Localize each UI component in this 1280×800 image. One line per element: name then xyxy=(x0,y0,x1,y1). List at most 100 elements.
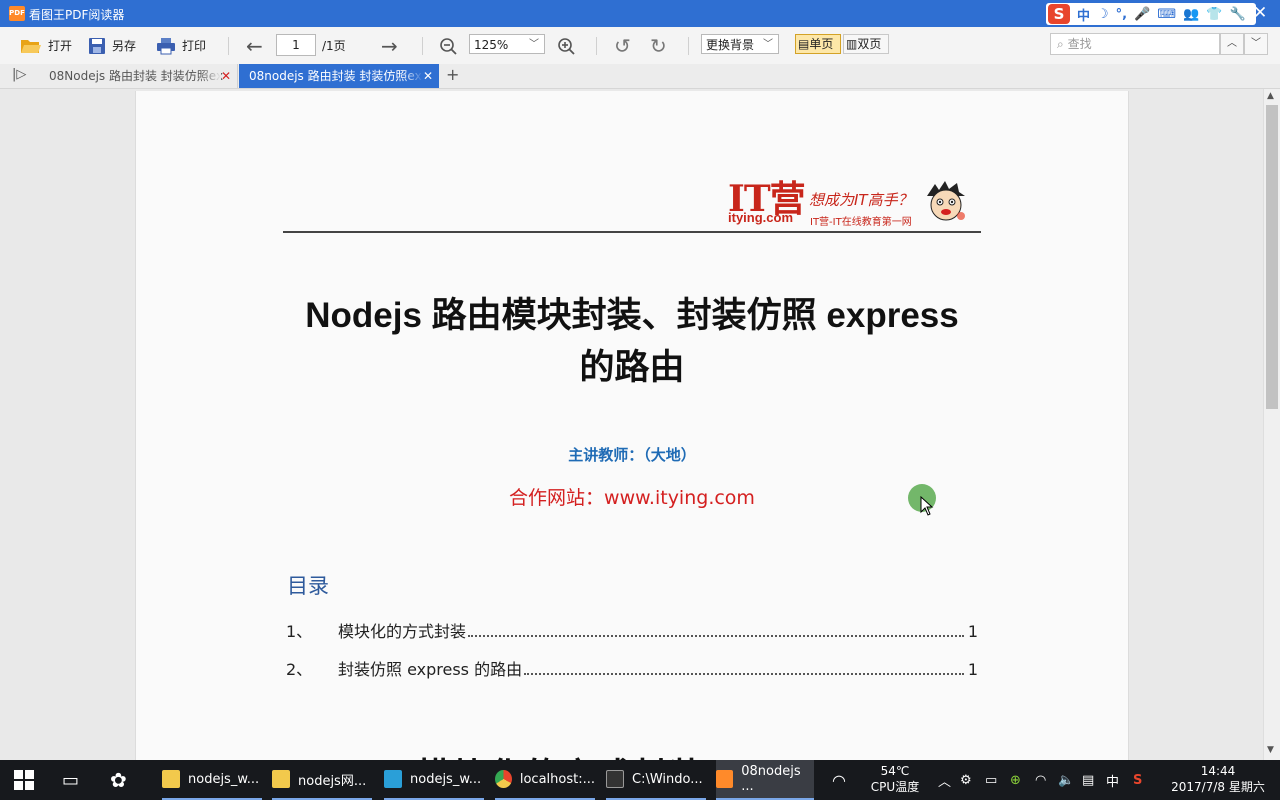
network-wifi-icon[interactable]: ◠ xyxy=(832,760,846,800)
taskbar-item[interactable]: C:\Windo... xyxy=(606,760,706,800)
print-button[interactable]: 打印 xyxy=(156,27,206,64)
taskbar-item[interactable]: nodejs_w... xyxy=(384,760,484,800)
toc-leader xyxy=(468,634,964,637)
sogou-tray-icon[interactable]: S xyxy=(1133,760,1142,800)
page-number-input[interactable]: 1 xyxy=(276,34,316,56)
prev-page-arrow-icon[interactable]: ← xyxy=(246,27,263,64)
tray-app-icon[interactable]: ⚙ xyxy=(960,760,972,800)
header-rule xyxy=(283,231,981,233)
save-as-label: 另存 xyxy=(112,39,137,53)
itying-logo: IT营 itying.com 想成为IT高手？ IT营-IT在线教育第一网 xyxy=(728,170,988,230)
sogou-logo-icon[interactable]: S xyxy=(1048,4,1070,24)
chrome-icon xyxy=(495,770,512,788)
double-page-button[interactable]: ▥双页 xyxy=(843,34,889,54)
settings-wrench-icon[interactable]: 🔧 xyxy=(1229,7,1245,22)
taskbar-item-label: nodejs_w... xyxy=(410,771,482,787)
mascot-icon xyxy=(927,181,965,221)
rotate-right-icon[interactable]: ↻ xyxy=(650,27,667,64)
users-icon[interactable]: 👥 xyxy=(1183,7,1199,22)
punctuation-icon[interactable]: °, xyxy=(1116,7,1127,22)
close-icon[interactable]: ✕ xyxy=(1253,3,1267,23)
next-page-arrow-icon[interactable]: → xyxy=(381,27,398,64)
tab-label: 08Nodejs 路由封装 封装仿照ex xyxy=(49,69,224,83)
single-page-button[interactable]: ▤单页 xyxy=(795,34,841,54)
scroll-thumb[interactable] xyxy=(1266,105,1278,409)
toolbar-divider xyxy=(688,37,689,55)
taskbar-item[interactable]: nodejs网... xyxy=(272,760,372,800)
mouse-pointer-icon xyxy=(920,496,934,516)
keyboard-icon[interactable]: ⌨ xyxy=(1157,7,1176,22)
folder-icon xyxy=(272,770,290,788)
moon-icon[interactable]: ☽ xyxy=(1097,7,1109,22)
tab-label: 08nodejs 路由封装 封装仿照ex xyxy=(249,69,422,83)
battery-icon[interactable]: ▭ xyxy=(985,760,997,800)
zoom-value: 125% xyxy=(474,38,509,52)
window-title: 看图王PDF阅读器 xyxy=(29,8,125,22)
app-pinned-icon[interactable]: ✿ xyxy=(110,760,127,800)
system-clock[interactable]: 14:44 2017/7/8 星期六 xyxy=(1168,763,1268,795)
save-disk-icon xyxy=(89,37,105,54)
single-page-label: 单页 xyxy=(809,37,834,51)
taskbar-item-label: C:\Windo... xyxy=(632,771,703,787)
toc-leader xyxy=(524,672,964,675)
vertical-scrollbar[interactable]: ▲ ▼ xyxy=(1263,89,1280,760)
taskbar-item-label: localhost:... xyxy=(519,771,595,787)
ime-lang-indicator[interactable]: 中 xyxy=(1106,760,1119,800)
notification-icon[interactable]: ▤ xyxy=(1082,760,1094,800)
toc-entry[interactable]: 1、 模块化的方式封装 1 xyxy=(286,618,978,641)
taskbar-item[interactable]: localhost:... xyxy=(495,760,595,800)
taskbar-item[interactable]: nodejs_w... xyxy=(162,760,262,800)
document-title: Nodejs 路由模块封装、封装仿照 express 的路由 xyxy=(283,290,981,394)
ime-lang-toggle[interactable]: 中 xyxy=(1077,5,1090,24)
zoom-in-icon[interactable] xyxy=(557,27,575,64)
tray-plus-icon[interactable]: ⊕ xyxy=(1010,760,1021,800)
document-tab-active[interactable]: 08nodejs 路由封装 封装仿照ex ✕ xyxy=(239,64,439,88)
double-page-label: 双页 xyxy=(857,37,882,51)
volume-icon[interactable]: 🔈 xyxy=(1058,760,1074,800)
scroll-up-icon[interactable]: ▲ xyxy=(1267,91,1274,101)
open-label: 打开 xyxy=(48,39,73,53)
search-input[interactable]: ⌕ 查找 xyxy=(1050,33,1220,55)
background-select[interactable]: 更换背景 ﹀ xyxy=(701,34,779,54)
single-page-icon: ▤ xyxy=(798,37,810,51)
terminal-icon xyxy=(606,770,624,788)
wifi-icon[interactable]: ◠ xyxy=(1035,760,1046,800)
zoom-out-icon[interactable] xyxy=(439,27,457,64)
tab-close-icon[interactable]: ✕ xyxy=(423,64,433,88)
windows-start-icon[interactable] xyxy=(14,770,34,790)
folder-open-icon xyxy=(21,39,41,53)
search-prev-button[interactable]: ︿ xyxy=(1220,33,1244,55)
title-bar: PDF 看图王PDF阅读器 S 中 ☽ °, 🎤 ⌨ 👥 👕 🔧 ✕ xyxy=(0,0,1280,27)
document-tab-bar: |▷ 08Nodejs 路由封装 封装仿照ex ✕ 08nodejs 路由封装 … xyxy=(0,64,1280,89)
document-tab[interactable]: 08Nodejs 路由封装 封装仿照ex ✕ xyxy=(39,64,238,88)
cpu-temp-label: CPU温度 xyxy=(870,780,920,794)
logo-subtitle: IT营-IT在线教育第一网 xyxy=(810,217,912,228)
save-as-button[interactable]: 另存 xyxy=(88,27,136,64)
taskbar-item-active[interactable]: 08nodejs ... xyxy=(716,760,814,800)
logo-site: itying.com xyxy=(728,210,794,225)
chevron-down-icon: ﹀ xyxy=(529,39,539,50)
task-view-icon[interactable]: ▭ xyxy=(62,760,79,800)
tab-close-icon[interactable]: ✕ xyxy=(221,64,231,88)
zoom-select[interactable]: 125% ﹀ xyxy=(469,34,545,54)
toc-entry[interactable]: 2、 封装仿照 express 的路由 1 xyxy=(286,656,978,679)
search-next-button[interactable]: ﹀ xyxy=(1244,33,1268,55)
toolbar-divider xyxy=(228,37,229,55)
rotate-left-icon[interactable]: ↺ xyxy=(614,27,631,64)
toc-text: 封装仿照 express 的路由 xyxy=(338,660,523,679)
title-line-2: 的路由 xyxy=(579,348,685,387)
logo-slogan: 想成为IT高手？ xyxy=(809,191,913,209)
skin-icon[interactable]: 👕 xyxy=(1206,7,1222,22)
microphone-icon[interactable]: 🎤 xyxy=(1134,7,1150,22)
sidebar-toggle-icon[interactable]: |▷ xyxy=(12,67,26,82)
clock-date: 2017/7/8 星期六 xyxy=(1171,780,1265,794)
new-tab-plus-icon[interactable]: + xyxy=(446,65,459,84)
scroll-down-icon[interactable]: ▼ xyxy=(1267,745,1274,755)
main-toolbar: 打开 另存 打印 ← 1 /1页 → 125% ﹀ ↺ ↻ 更换背景 ﹀ ▤单页… xyxy=(0,27,1280,65)
chevron-up-icon[interactable]: ︿ xyxy=(938,760,951,800)
print-label: 打印 xyxy=(182,39,207,53)
search-placeholder: 查找 xyxy=(1067,37,1092,51)
open-button[interactable]: 打开 xyxy=(20,27,72,64)
cpu-temperature: 54℃ CPU温度 xyxy=(870,763,920,795)
toc-number: 1、 xyxy=(286,622,313,641)
